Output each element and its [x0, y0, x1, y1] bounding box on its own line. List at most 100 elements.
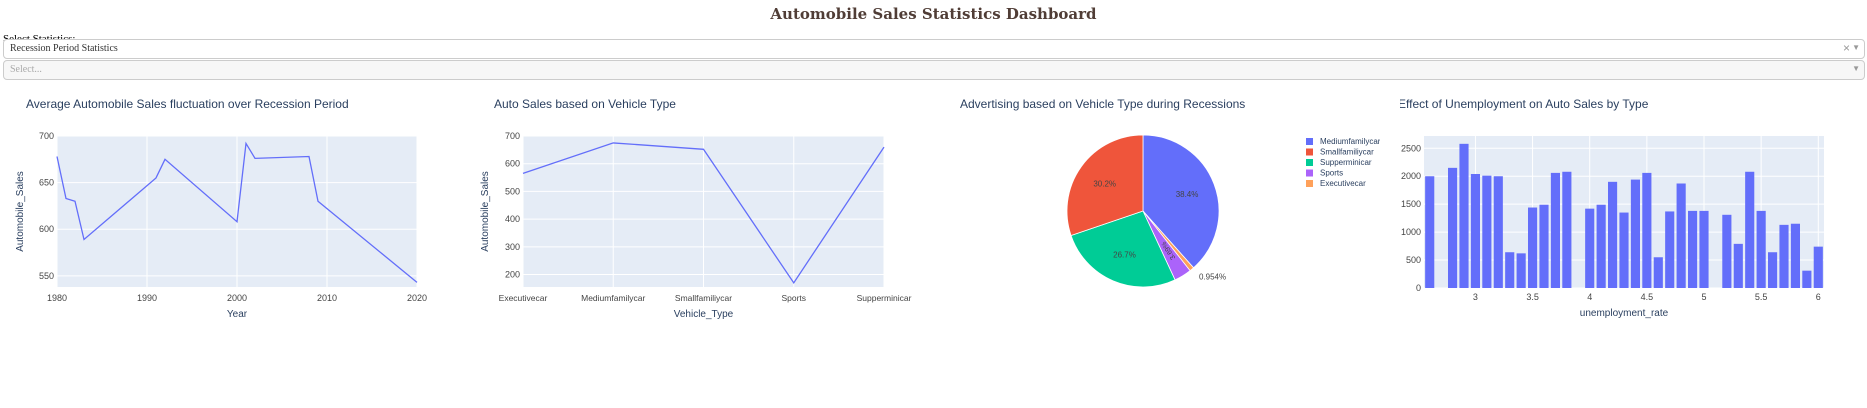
bar — [1528, 207, 1538, 288]
x-tick-label: 2000 — [227, 293, 247, 303]
legend-label: Mediumfamilycar — [1320, 137, 1380, 146]
pie-slice-label: 0.954% — [1199, 272, 1226, 281]
legend-swatch — [1306, 148, 1313, 156]
close-icon[interactable]: × — [1843, 41, 1850, 55]
y-tick-label: 700 — [39, 131, 54, 141]
y-tick-label: 550 — [39, 271, 54, 281]
bar — [1802, 270, 1812, 288]
bar — [1790, 223, 1800, 288]
chart-title: Auto Sales based on Vehicle Type — [494, 97, 676, 111]
bar — [1539, 204, 1549, 288]
y-tick-label: 500 — [505, 186, 520, 196]
bar — [1779, 224, 1789, 288]
y-tick-label: 700 — [505, 131, 520, 141]
x-axis-label: unemployment_rate — [1580, 308, 1669, 319]
y-axis-label: Automobile_Sales — [480, 171, 491, 252]
legend-label: Executivecar — [1320, 179, 1366, 188]
y-tick-label: 2000 — [1401, 171, 1421, 181]
bar — [1585, 208, 1595, 288]
bar — [1608, 181, 1618, 288]
x-tick-label: 2020 — [407, 293, 427, 303]
legend-label: Sports — [1320, 169, 1343, 178]
bar — [1756, 210, 1766, 288]
bar — [1653, 257, 1663, 288]
x-tick-label: 4 — [1587, 292, 1592, 302]
y-tick-label: 650 — [39, 178, 54, 188]
legend-swatch — [1306, 138, 1313, 145]
bar — [1482, 175, 1492, 288]
y-tick-label: 300 — [505, 242, 520, 252]
bar — [1813, 246, 1823, 288]
y-axis-label: Automobile_Sales — [15, 171, 26, 252]
legend-swatch — [1306, 159, 1313, 166]
pie-slice-label: 30.2% — [1093, 180, 1116, 189]
legend-label: Supperminicar — [1320, 158, 1372, 167]
x-tick-label: Executivecar — [499, 293, 548, 303]
chevron-down-icon[interactable]: ▼ — [1852, 43, 1860, 52]
bar — [1459, 143, 1469, 288]
bar — [1733, 243, 1743, 288]
page-title: Automobile Sales Statistics Dashboard — [770, 5, 1097, 23]
y-tick-label: 1000 — [1401, 227, 1421, 237]
bar — [1630, 179, 1640, 288]
x-tick-label: 4.5 — [1641, 292, 1654, 302]
chevron-down-icon[interactable]: ▼ — [1852, 64, 1860, 73]
y-tick-label: 0 — [1416, 283, 1421, 293]
legend-label: Smallfamiliycar — [1320, 148, 1374, 157]
legend-swatch — [1306, 180, 1313, 187]
bar — [1676, 183, 1686, 288]
statistics-dropdown[interactable]: Recession Period Statistics × ▼ — [3, 39, 1865, 59]
bar — [1470, 174, 1480, 288]
vehicle-type-sales-line-chart: Auto Sales based on Vehicle Type Executiv… — [480, 97, 912, 320]
bar — [1665, 211, 1675, 288]
y-tick-label: 400 — [505, 214, 520, 224]
y-tick-label: 500 — [1406, 255, 1421, 265]
legend-swatch — [1306, 169, 1313, 177]
x-tick-label: 3.5 — [1526, 292, 1539, 302]
bar — [1448, 167, 1458, 288]
bar — [1642, 172, 1652, 288]
advertising-pie-chart: Advertising based on Vehicle Type during… — [960, 97, 1380, 288]
x-tick-label: 5 — [1701, 292, 1706, 302]
y-tick-label: 2500 — [1401, 143, 1421, 153]
x-axis-label: Year — [227, 309, 248, 320]
y-tick-label: 1500 — [1401, 199, 1421, 209]
y-tick-label: 600 — [39, 224, 54, 234]
x-tick-label: 5.5 — [1755, 292, 1768, 302]
chart-title: Average Automobile Sales fluctuation ove… — [26, 97, 349, 111]
x-tick-label: Mediumfamilycar — [581, 293, 645, 303]
x-tick-label: Supperminicar — [857, 293, 912, 303]
bar — [1505, 252, 1515, 288]
bar — [1425, 176, 1435, 288]
year-dropdown-placeholder: Select... — [10, 64, 42, 75]
bar — [1619, 212, 1629, 288]
bar — [1699, 210, 1709, 288]
bar — [1493, 176, 1503, 288]
chart-title: Advertising based on Vehicle Type during… — [960, 97, 1245, 111]
y-tick-label: 600 — [505, 159, 520, 169]
year-dropdown[interactable]: Select... ▼ — [3, 60, 1865, 80]
x-tick-label: 1980 — [47, 293, 67, 303]
x-axis-label: Vehicle_Type — [674, 309, 734, 320]
bar — [1745, 171, 1755, 288]
bar — [1516, 253, 1526, 288]
chart-title: Effect of Unemployment on Auto Sales by … — [1400, 97, 1649, 111]
bar — [1722, 214, 1732, 288]
x-tick-label: 3 — [1473, 292, 1478, 302]
x-tick-label: Smallfamiliycar — [675, 293, 732, 303]
x-tick-label: 1990 — [137, 293, 157, 303]
pie-slice-label: 26.7% — [1113, 250, 1136, 259]
unemployment-bar-chart: Effect of Unemployment on Auto Sales by … — [1400, 97, 1824, 319]
statistics-dropdown-value: Recession Period Statistics — [10, 43, 118, 54]
x-tick-label: Sports — [781, 293, 806, 303]
bar — [1688, 210, 1698, 288]
pie-slice-label: 38.4% — [1176, 190, 1199, 199]
bar — [1562, 171, 1572, 288]
bar — [1596, 204, 1606, 288]
bar — [1768, 252, 1778, 288]
y-tick-label: 200 — [505, 270, 520, 280]
bar — [1550, 172, 1560, 288]
recession-sales-line-chart: Average Automobile Sales fluctuation ove… — [15, 97, 427, 320]
x-tick-label: 6 — [1816, 292, 1821, 302]
x-tick-label: 2010 — [317, 293, 337, 303]
